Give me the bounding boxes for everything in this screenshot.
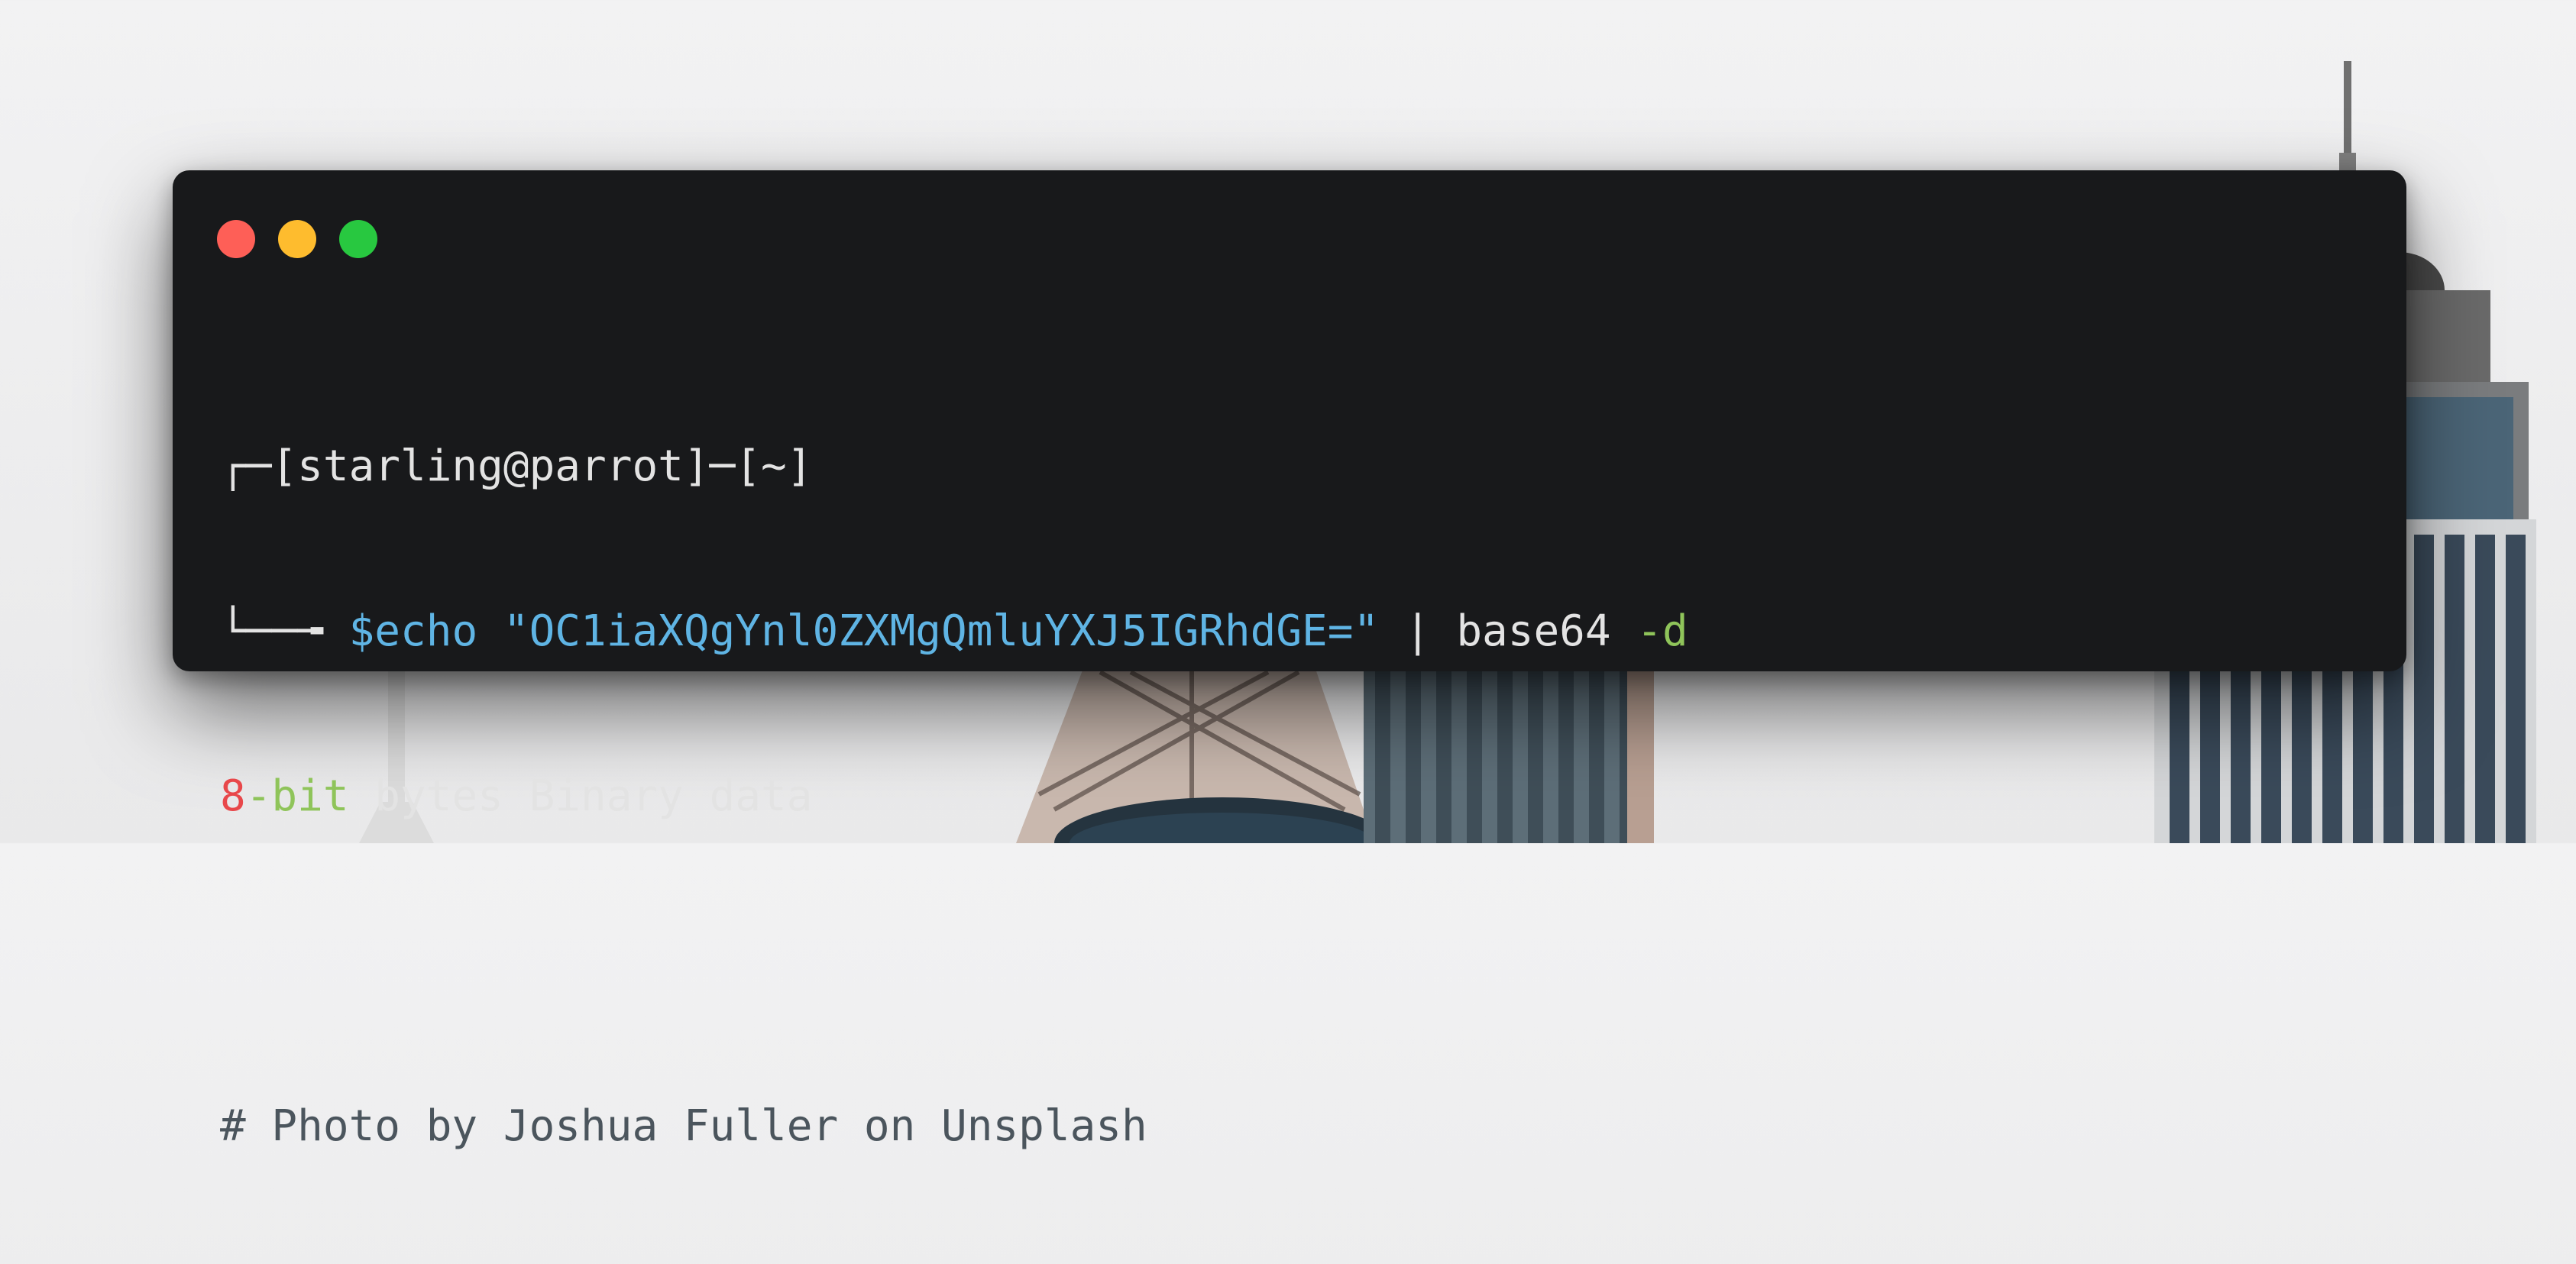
pipe-base64: | base64: [1379, 606, 1637, 656]
output-line: 8-bit bytes Binary data: [220, 769, 1688, 824]
echo-command: $echo "OC1iaXQgYnl0ZXMgQmluYXJ5IGRhdGE=": [348, 606, 1380, 656]
photo-credit-comment: # Photo by Joshua Fuller on Unsplash: [220, 1101, 1147, 1151]
output-number: 8: [220, 771, 246, 821]
minimize-button[interactable]: [278, 220, 316, 258]
terminal-window: ┌─[starling@parrot]─[~] └──╼ $echo "OC1i…: [173, 170, 2406, 1151]
prompt-header: ┌─[starling@parrot]─[~]: [220, 441, 813, 491]
output-bit: -bit: [245, 771, 349, 821]
maximize-button[interactable]: [339, 220, 377, 258]
decode-flag: -d: [1636, 606, 1688, 656]
comment-line: # Photo by Joshua Fuller on Unsplash: [220, 1099, 1688, 1154]
output-text: bytes Binary data: [348, 771, 813, 821]
command-line: └──╼ $echo "OC1iaXQgYnl0ZXMgQmluYXJ5IGRh…: [220, 604, 1688, 659]
prompt-line: ┌─[starling@parrot]─[~]: [220, 439, 1688, 494]
close-button[interactable]: [217, 220, 255, 258]
terminal-output[interactable]: ┌─[starling@parrot]─[~] └──╼ $echo "OC1i…: [220, 329, 1688, 1264]
prompt-prefix: └──╼: [220, 606, 349, 656]
window-controls: [217, 220, 377, 258]
